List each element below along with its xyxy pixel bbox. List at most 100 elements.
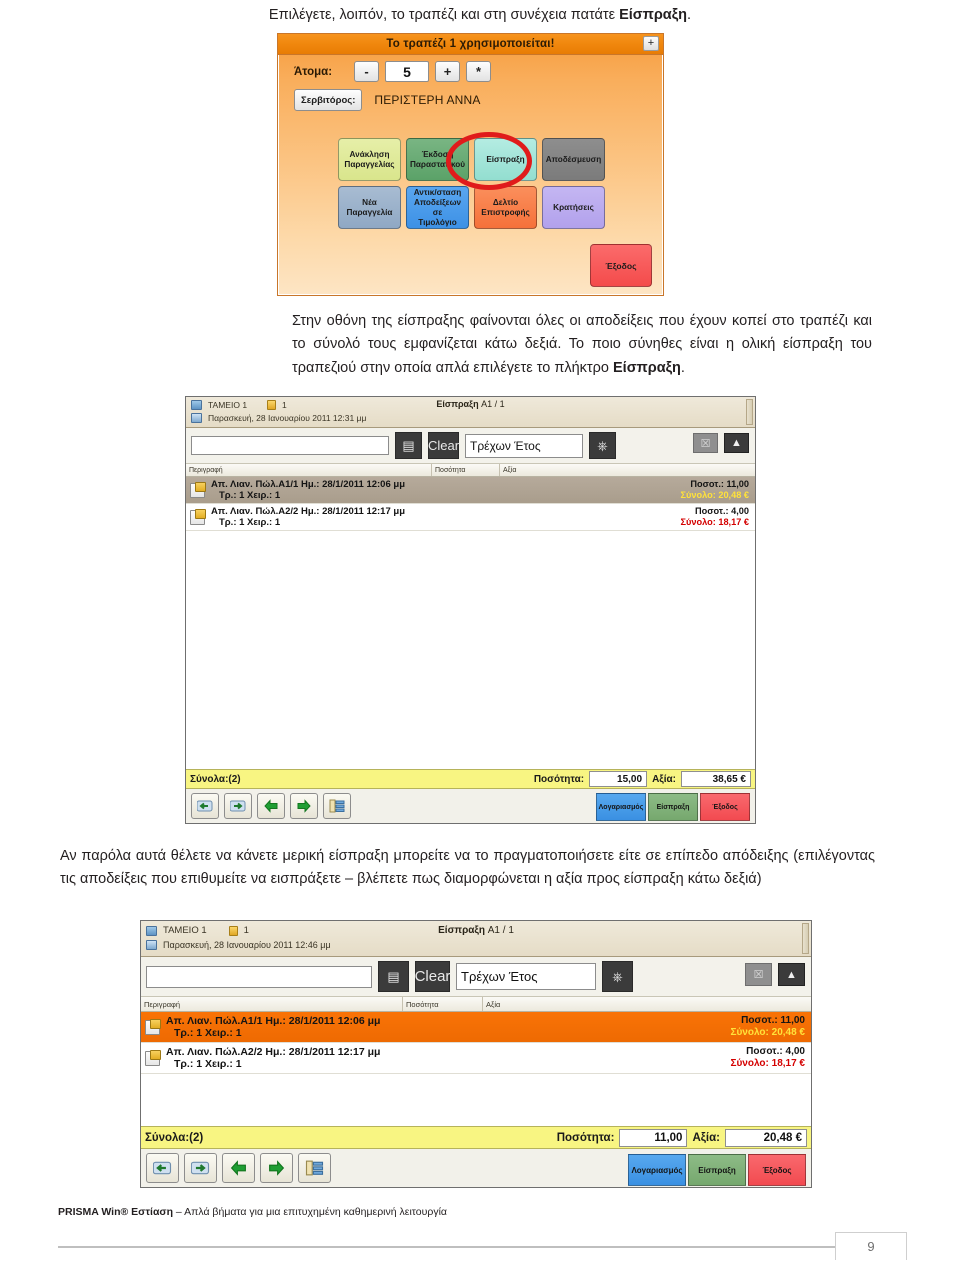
row-description: Απ. Λιαν. Πώλ.Α2/2 Ημ.: 28/1/2011 12:17 … — [166, 1046, 730, 1071]
search-input[interactable] — [191, 436, 389, 455]
row-total: Σύνολο: 18,17 € — [680, 517, 749, 527]
row-line1: Απ. Λιαν. Πώλ.Α1/1 Ημ.: 28/1/2011 12:06 … — [211, 478, 406, 490]
intro-text-prefix: Επιλέγετε, λοιπόν, το τραπέζι και στη συ… — [268, 7, 620, 23]
year-filter-input[interactable]: Τρέχων Έτος — [456, 963, 596, 990]
receipt-icon — [190, 481, 206, 498]
logariasmos-button[interactable]: Λογαριασμός — [628, 1154, 686, 1186]
next-arrow-icon[interactable] — [260, 1153, 293, 1183]
receipt-icon — [145, 1018, 161, 1035]
x-box-icon[interactable]: ☒ — [745, 963, 772, 986]
clear-button[interactable]: Clear — [415, 961, 450, 992]
pos-key-new-order[interactable]: Νέα Παραγγελία — [338, 186, 401, 229]
pos-key-issue-document[interactable]: Έκδοση Παραστατικού — [406, 138, 469, 181]
people-asterisk-button[interactable]: * — [466, 61, 491, 82]
next-arrow-icon[interactable] — [290, 793, 318, 819]
search-input[interactable] — [146, 965, 372, 988]
exodos-button[interactable]: Έξοδος — [700, 793, 750, 821]
logariasmos-button[interactable]: Λογαριασμός — [596, 793, 646, 821]
grid-column-headers: Περιγραφή Ποσότητα Αξία — [141, 997, 811, 1012]
previous-arrow-icon[interactable] — [222, 1153, 255, 1183]
power-icon[interactable]: ⎈ — [589, 432, 616, 459]
table-row[interactable]: Απ. Λιαν. Πώλ.Α1/1 Ημ.: 28/1/2011 12:06 … — [141, 1012, 811, 1043]
intro-text-suffix: . — [687, 7, 692, 23]
last-page-icon[interactable] — [184, 1153, 217, 1183]
receipts-grid: Απ. Λιαν. Πώλ.Α1/1 Ημ.: 28/1/2011 12:06 … — [186, 477, 755, 769]
window-toolbar: ▤ Clear Τρέχων Έτος ⎈ ☒ ▲ — [186, 428, 755, 464]
receipt-icon — [190, 508, 206, 525]
pos-key-return-note[interactable]: Δελτίο Επιστροφής — [474, 186, 537, 229]
power-icon[interactable]: ⎈ — [602, 961, 633, 992]
row-total: Σύνολο: 18,17 € — [730, 1058, 805, 1069]
column-header-description: Περιγραφή — [141, 997, 403, 1011]
eispraxi-button[interactable]: Είσπραξη — [648, 793, 698, 821]
window-action-buttons: Λογαριασμός Είσπραξη Έξοδος — [628, 1154, 806, 1186]
image-box-icon[interactable]: ▲ — [778, 963, 805, 986]
totals-value-label: Αξία: — [692, 1131, 720, 1144]
toolbar-right-group: ☒ ▲ — [693, 433, 749, 453]
totals-label: Σύνολα:(2) — [145, 1131, 204, 1144]
first-page-icon[interactable] — [191, 793, 219, 819]
register-label: ΤΑΜΕΙΟ 1 — [208, 400, 248, 410]
previous-arrow-icon[interactable] — [257, 793, 285, 819]
printer-icon[interactable]: ▤ — [395, 432, 422, 459]
window-button-bar: Λογαριασμός Είσπραξη Έξοδος — [186, 789, 755, 823]
window-action-buttons: Λογαριασμός Είσπραξη Έξοδος — [596, 793, 750, 821]
totals-bar: Σύνολα:(2) Ποσότητα: 15,00 Αξία: 38,65 € — [186, 769, 755, 789]
row-line1: Απ. Λιαν. Πώλ.Α1/1 Ημ.: 28/1/2011 12:06 … — [166, 1014, 381, 1027]
row-line2: Τρ.: 1 Χειρ.: 1 — [219, 517, 281, 528]
totals-quantity-label: Ποσότητα: — [533, 773, 585, 785]
list-view-icon[interactable] — [298, 1153, 331, 1183]
totals-value-label: Αξία: — [652, 773, 676, 785]
people-decrement-button[interactable]: - — [354, 61, 379, 82]
row-amounts: Ποσοτ.: 4,00 Σύνολο: 18,17 € — [730, 1046, 805, 1070]
column-header-quantity: Ποσότητα — [403, 997, 483, 1011]
eispraxi-button[interactable]: Είσπραξη — [688, 1154, 746, 1186]
pos-add-button[interactable]: + — [643, 36, 659, 51]
row-line2: Τρ.: 1 Χειρ.: 1 — [219, 490, 281, 501]
table-row[interactable]: Απ. Λιαν. Πώλ.Α2/2 Ημ.: 28/1/2011 12:17 … — [186, 504, 755, 531]
receipt-icon — [145, 1049, 161, 1066]
year-filter-input[interactable]: Τρέχων Έτος — [465, 433, 583, 458]
footer-tagline: – Απλά βήματα για μια επιτυχημένη καθημε… — [173, 1206, 447, 1218]
eispraxi-window-full: ΤΑΜΕΙΟ 1 1 Παρασκευή, 28 Ιανουαρίου 2011… — [185, 396, 756, 824]
lock-icon — [228, 925, 238, 936]
people-count-value[interactable]: 5 — [385, 61, 429, 82]
calendar-icon — [191, 413, 202, 423]
intro-text-bold: Είσπραξη — [619, 7, 688, 23]
totals-label: Σύνολα:(2) — [190, 773, 241, 785]
clear-button[interactable]: Clear — [428, 432, 459, 459]
register-icon — [191, 400, 202, 410]
pos-key-reservations[interactable]: Κρατήσεις — [542, 186, 605, 229]
totals-value-amount: 38,65 € — [681, 771, 751, 787]
waiter-name-value: ΠΕΡΙΣΤΕΡΗ ΑΝΝΑ — [374, 93, 481, 107]
page-number: 9 — [835, 1232, 907, 1260]
pos-key-eispraxi[interactable]: Είσπραξη — [474, 138, 537, 181]
image-box-icon[interactable]: ▲ — [724, 433, 749, 453]
column-header-quantity: Ποσότητα — [432, 464, 500, 476]
exodos-button[interactable]: Έξοδος — [748, 1154, 806, 1186]
toolbar-right-group: ☒ ▲ — [745, 963, 805, 986]
pos-key-replace-with-invoice[interactable]: Αντικ/σταση Αποδείξεων σε Τιμολόγιο — [406, 186, 469, 229]
mid-text-bold: Είσπραξη — [613, 359, 681, 376]
header-scrollbar[interactable] — [746, 399, 753, 425]
totals-bar: Σύνολα:(2) Ποσότητα: 11,00 Αξία: 20,48 € — [141, 1126, 811, 1149]
first-page-icon[interactable] — [146, 1153, 179, 1183]
list-view-icon[interactable] — [323, 793, 351, 819]
header-scrollbar[interactable] — [802, 923, 809, 954]
grid-column-headers: Περιγραφή Ποσότητα Αξία — [186, 464, 755, 477]
waiter-button[interactable]: Σερβιτόρος: — [294, 89, 363, 111]
pos-key-release-table[interactable]: Αποδέσμευση — [542, 138, 605, 181]
x-box-icon[interactable]: ☒ — [693, 433, 718, 453]
intro-paragraph: Επιλέγετε, λοιπόν, το τραπέζι και στη συ… — [60, 4, 900, 27]
people-increment-button[interactable]: + — [435, 61, 460, 82]
pos-key-exit[interactable]: Έξοδος — [590, 244, 652, 287]
table-row[interactable]: Απ. Λιαν. Πώλ.Α2/2 Ημ.: 28/1/2011 12:17 … — [141, 1043, 811, 1074]
last-page-icon[interactable] — [224, 793, 252, 819]
pos-key-recall-order[interactable]: Ανάκληση Παραγγελίας — [338, 138, 401, 181]
table-row[interactable]: Απ. Λιαν. Πώλ.Α1/1 Ημ.: 28/1/2011 12:06 … — [186, 477, 755, 504]
footer-brand: PRISMA Win® Εστίαση — [58, 1206, 174, 1218]
totals-quantity-value: 11,00 — [619, 1128, 688, 1147]
window-toolbar: ▤ Clear Τρέχων Έτος ⎈ ☒ ▲ — [141, 957, 811, 997]
window-header: ΤΑΜΕΙΟ 1 1 Παρασκευή, 28 Ιανουαρίου 2011… — [186, 397, 755, 428]
printer-icon[interactable]: ▤ — [378, 961, 409, 992]
